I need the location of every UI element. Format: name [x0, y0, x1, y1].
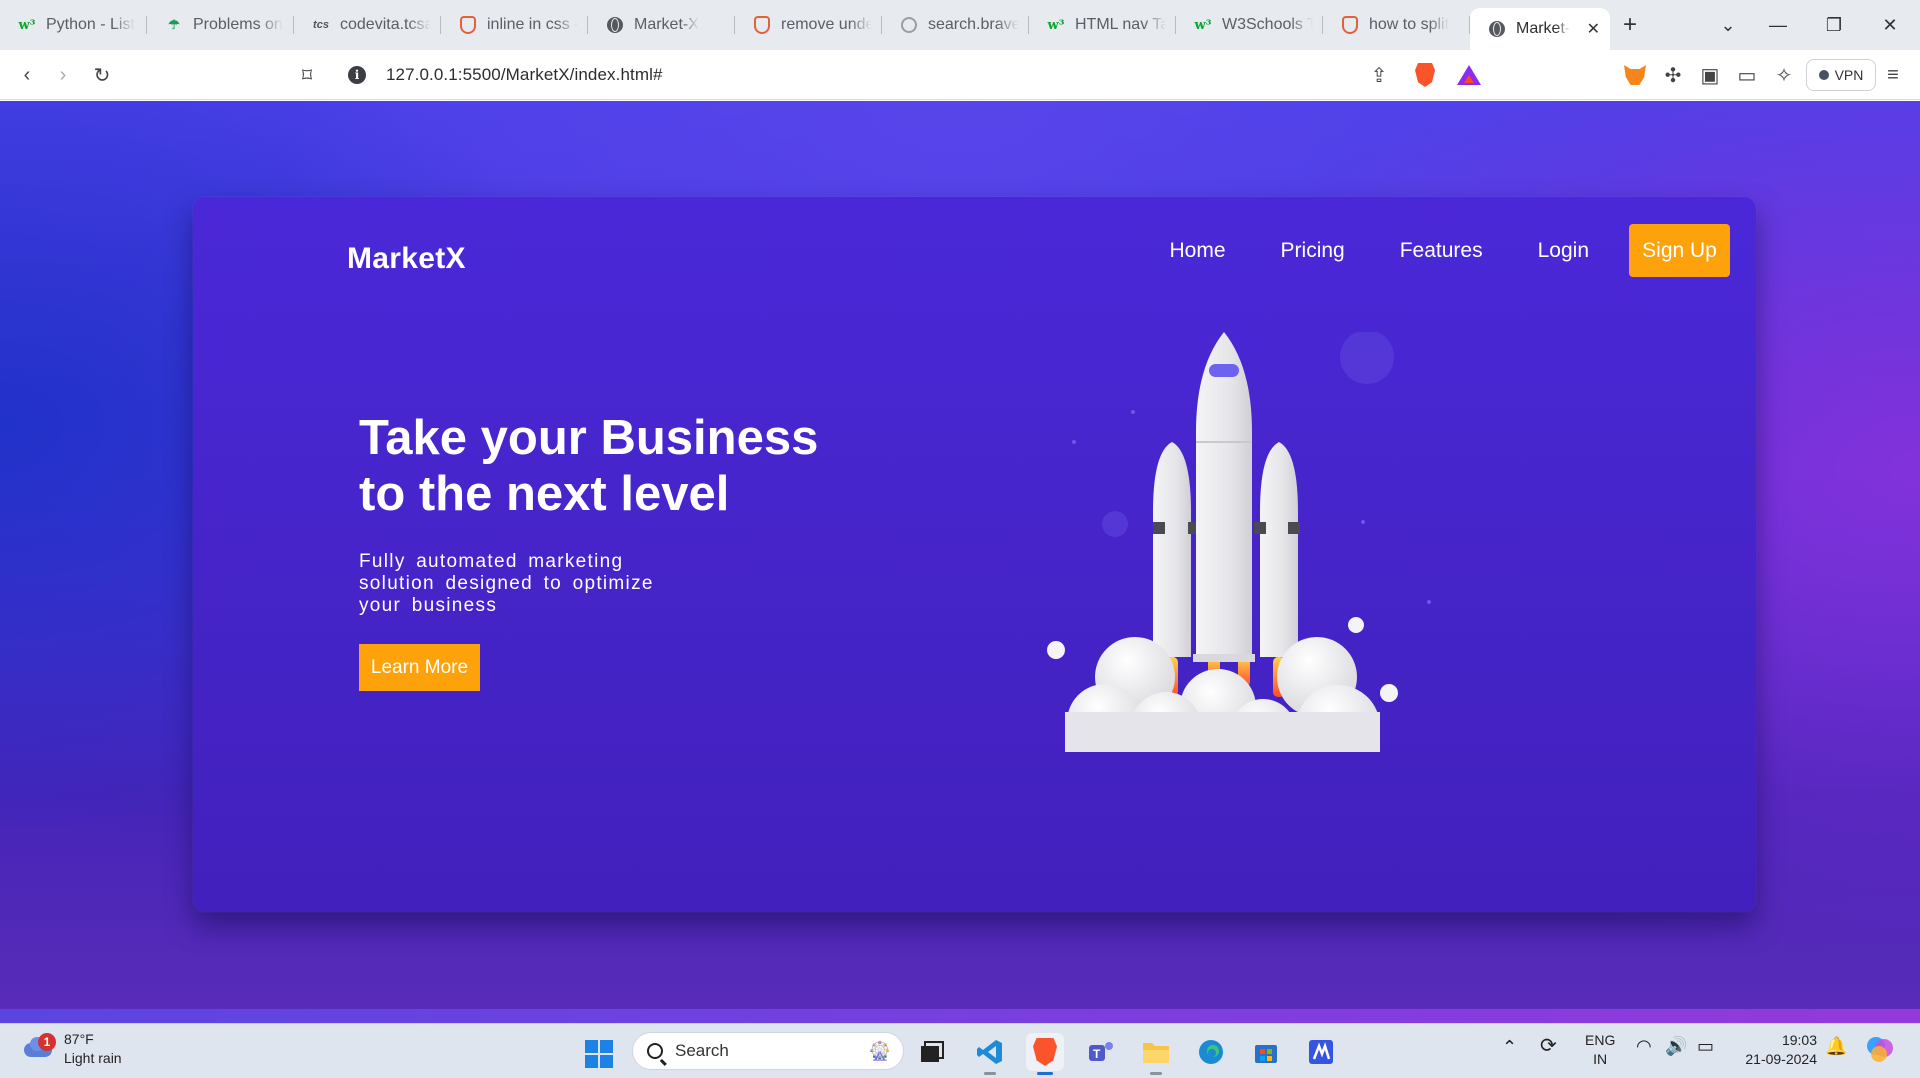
browser-toolbar: ‹ › ↻ ⌑ i 127.0.0.1:5500/MarketX/index.h…: [0, 50, 1920, 100]
search-highlight-icon: 🎡: [868, 1040, 891, 1061]
forward-icon[interactable]: ›: [50, 62, 76, 88]
browser-tab[interactable]: remove unde: [735, 0, 882, 50]
tray-overflow-chevron-icon[interactable]: ⌃: [1502, 1038, 1517, 1057]
browser-tab[interactable]: ☂ Problems on: [147, 0, 294, 50]
close-tab-icon[interactable]: ✕: [1587, 19, 1600, 39]
browser-tab[interactable]: Market-X: [588, 0, 735, 50]
umbrella-icon: ☂: [168, 17, 180, 32]
signup-button[interactable]: Sign Up: [1629, 224, 1730, 277]
tab-list-chevron-icon[interactable]: ⌄: [1700, 0, 1756, 50]
hero-subtitle-line: your business: [359, 595, 498, 616]
brave-shields-icon[interactable]: [1415, 63, 1435, 87]
address-bar[interactable]: i 127.0.0.1:5500/MarketX/index.html#: [336, 57, 1504, 93]
file-explorer-icon[interactable]: [1137, 1033, 1175, 1075]
nav-login[interactable]: Login: [1538, 239, 1589, 263]
hero-subtitle-line: Fully automated marketing: [359, 551, 624, 572]
sync-icon[interactable]: ⟳: [1540, 1036, 1557, 1056]
browser-tab[interactable]: search.brave: [882, 0, 1029, 50]
app-launcher-icon[interactable]: [1302, 1033, 1340, 1071]
browser-tab[interactable]: w³ Python - List: [0, 0, 147, 50]
hero-title-line: Take your Business: [359, 411, 819, 465]
brand-logo[interactable]: MarketX: [347, 242, 466, 276]
browser-tab[interactable]: inline in css -: [441, 0, 588, 50]
taskbar: 1 87°F Light rain Search 🎡 T ⌃ ⟳ ENG IN …: [0, 1023, 1920, 1078]
w3schools-icon: w³: [18, 17, 36, 33]
clock-date: 21-09-2024: [1745, 1051, 1817, 1067]
brave-rewards-icon[interactable]: [1457, 65, 1481, 85]
svg-text:T: T: [1093, 1047, 1101, 1061]
search-icon: [901, 17, 917, 33]
nav-home[interactable]: Home: [1170, 239, 1226, 263]
brave-search-icon: [1342, 16, 1358, 34]
url-text[interactable]: 127.0.0.1:5500/MarketX/index.html#: [386, 65, 663, 85]
tab-strip: w³ Python - List ☂ Problems on tcs codevita…: [0, 0, 1920, 50]
restore-button[interactable]: ❐: [1806, 0, 1862, 50]
minimize-button[interactable]: —: [1750, 0, 1806, 50]
teams-icon[interactable]: T: [1082, 1033, 1120, 1071]
hero-title: Take your Business to the next level: [359, 410, 879, 522]
hero-title-line: to the next level: [359, 467, 730, 521]
weather-description: Light rain: [64, 1050, 122, 1066]
hero-subtitle-line: solution designed to optimize: [359, 573, 654, 594]
weather-temperature: 87°F: [64, 1031, 94, 1047]
site-info-icon[interactable]: i: [348, 66, 366, 84]
wallet-icon[interactable]: ▭: [1734, 62, 1760, 88]
leo-ai-icon[interactable]: ✧: [1771, 62, 1797, 88]
extensions-icon[interactable]: ✣: [1660, 62, 1686, 88]
hero-card: MarketX Home Pricing Features Login Sign…: [193, 197, 1756, 912]
nav-features[interactable]: Features: [1400, 239, 1483, 263]
microsoft-store-icon[interactable]: [1247, 1033, 1285, 1071]
brave-search-icon: [754, 16, 770, 34]
browser-tab[interactable]: how to split: [1323, 0, 1470, 50]
edge-icon[interactable]: [1192, 1033, 1230, 1071]
taskbar-search[interactable]: Search 🎡: [632, 1032, 904, 1070]
page-viewport: MarketX Home Pricing Features Login Sign…: [0, 101, 1920, 1023]
hero-subtitle: Fully automated marketing solution desig…: [359, 551, 679, 617]
brave-browser-icon[interactable]: [1026, 1033, 1064, 1075]
wifi-icon[interactable]: ◠: [1636, 1037, 1652, 1056]
metamask-icon[interactable]: [1624, 65, 1646, 85]
share-icon[interactable]: ⇪: [1366, 62, 1392, 88]
browser-tab[interactable]: w³ HTML nav Ta: [1029, 0, 1176, 50]
reload-icon[interactable]: ↻: [89, 62, 115, 88]
windows-start-icon[interactable]: [585, 1040, 613, 1068]
weather-widget[interactable]: 1 87°F Light rain: [20, 1030, 122, 1068]
vpn-button[interactable]: VPN: [1806, 59, 1876, 91]
browser-tab[interactable]: w³ W3Schools T: [1176, 0, 1323, 50]
copilot-icon[interactable]: [1864, 1034, 1896, 1071]
close-window-button[interactable]: ✕: [1862, 0, 1918, 50]
browser-tab[interactable]: tcs codevita.tcsa: [294, 0, 441, 50]
language-indicator[interactable]: ENG IN: [1585, 1031, 1615, 1069]
vscode-icon[interactable]: [971, 1033, 1009, 1075]
search-icon: [647, 1043, 663, 1059]
new-tab-button[interactable]: +: [1610, 5, 1650, 45]
globe-icon: [1489, 21, 1505, 37]
bookmark-icon[interactable]: ⌑: [294, 62, 320, 88]
w3schools-icon: w³: [1047, 17, 1065, 33]
vpn-status-icon: [1818, 70, 1829, 80]
main-nav: Home Pricing Features Login Sign Up: [1170, 224, 1730, 277]
battery-icon[interactable]: ▭: [1697, 1037, 1714, 1056]
nav-pricing[interactable]: Pricing: [1281, 239, 1345, 263]
clock-time: 19:03: [1781, 1032, 1817, 1048]
task-view-icon[interactable]: [913, 1033, 951, 1071]
tcs-icon: tcs: [313, 19, 329, 31]
sidebar-icon[interactable]: ▣: [1697, 62, 1723, 88]
rocket-illustration: [1047, 332, 1431, 752]
weather-alert-badge: 1: [38, 1033, 56, 1051]
brave-search-icon: [460, 16, 476, 34]
menu-icon[interactable]: ≡: [1880, 62, 1906, 88]
volume-icon[interactable]: 🔊: [1665, 1037, 1687, 1056]
back-icon[interactable]: ‹: [14, 62, 40, 88]
globe-icon: [607, 17, 623, 33]
clock[interactable]: 19:03 21-09-2024: [1737, 1031, 1817, 1069]
learn-more-button[interactable]: Learn More: [359, 644, 480, 691]
w3schools-icon: w³: [1194, 17, 1212, 33]
notifications-bell-icon[interactable]: 🔔: [1825, 1037, 1847, 1056]
browser-tab-active[interactable]: Market- ✕: [1470, 8, 1610, 50]
